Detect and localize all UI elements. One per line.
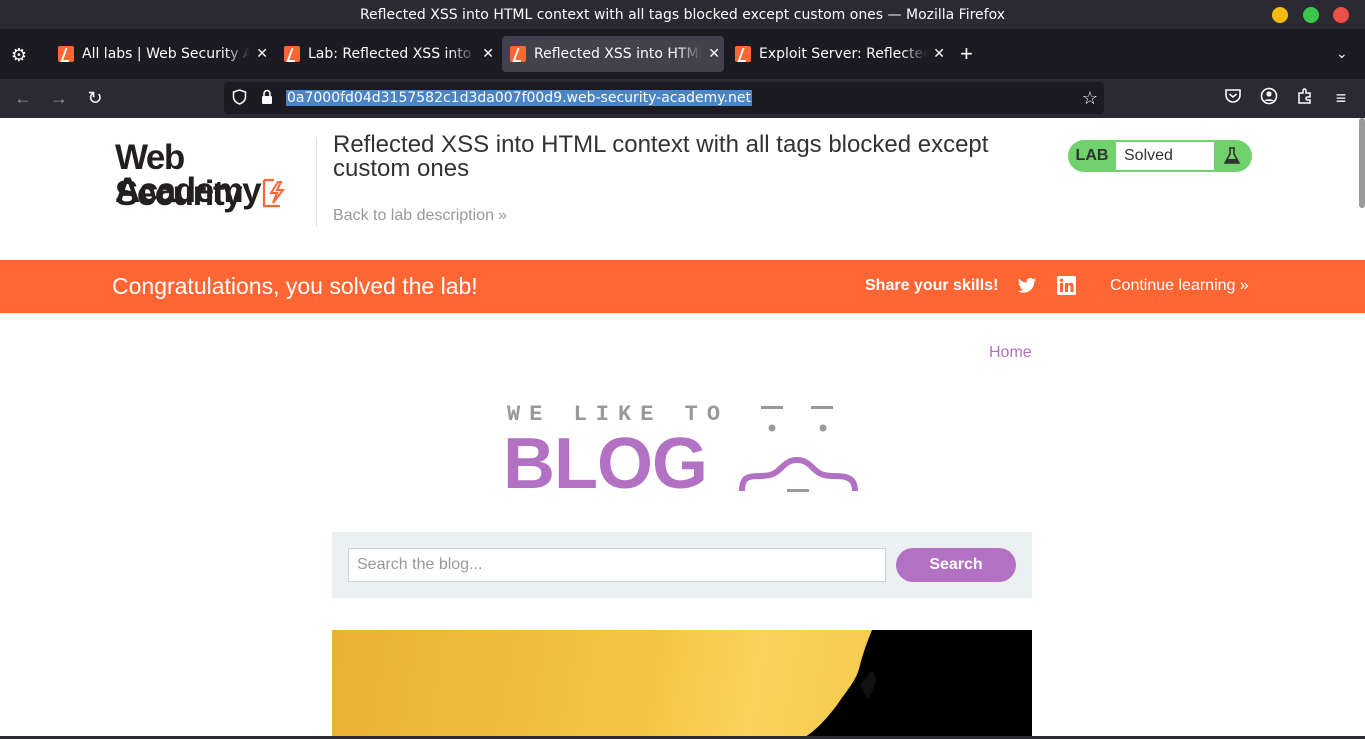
twitter-icon[interactable] — [1017, 276, 1037, 296]
hamburger-menu-icon[interactable]: ≡ — [1330, 87, 1352, 109]
navigation-toolbar: ← → ↻ 0a7000fd04d3157582c1d3da007f00d9.w… — [0, 79, 1365, 118]
close-icon[interactable]: ✕ — [478, 46, 498, 62]
tab-label: All labs | Web Security Academy — [82, 46, 251, 62]
lab-header: Web Security Academy Reflected XSS into … — [0, 118, 1365, 260]
lab-solved-banner: Congratulations, you solved the lab! Sha… — [0, 260, 1365, 313]
blog-post-image[interactable] — [332, 630, 1032, 739]
portswigger-favicon-icon — [58, 46, 74, 62]
window-title: Reflected XSS into HTML context with all… — [359, 6, 1006, 23]
congratulations-message: Congratulations, you solved the lab! — [112, 273, 478, 299]
blog-search-form: Search — [332, 532, 1032, 598]
tab-label: Reflected XSS into HTML context with all… — [534, 46, 702, 62]
window-titlebar: Reflected XSS into HTML context with all… — [0, 0, 1365, 29]
extensions-puzzle-icon[interactable] — [1294, 87, 1316, 109]
logo-line-2: Academy — [115, 171, 262, 210]
minimize-button[interactable] — [1272, 7, 1288, 23]
silhouette-image — [802, 630, 1032, 739]
share-skills-label: Share your skills! — [865, 277, 999, 294]
chevron-down-icon[interactable]: ⌄ — [1336, 45, 1348, 62]
close-window-button[interactable] — [1333, 7, 1349, 23]
account-icon[interactable] — [1258, 87, 1280, 109]
search-input[interactable] — [348, 548, 886, 582]
curly-brace-face-icon — [739, 406, 858, 492]
page-scrollbar[interactable] — [1359, 118, 1365, 208]
lab-status-value: Solved — [1116, 142, 1214, 170]
back-to-lab-description-link[interactable]: Back to lab description» — [333, 207, 507, 225]
flask-icon — [1223, 147, 1241, 164]
forward-arrow-icon[interactable]: → — [48, 87, 70, 109]
shield-icon[interactable] — [232, 89, 247, 109]
reload-icon[interactable]: ↻ — [84, 87, 106, 109]
we-like-to-blog-logo: WE LIKE TO BLOG — [500, 400, 870, 500]
linkedin-icon[interactable] — [1057, 276, 1076, 295]
url-text[interactable]: 0a7000fd04d3157582c1d3da007f00d9.web-sec… — [286, 90, 752, 106]
back-link-label: Back to lab description — [333, 207, 494, 224]
lab-status-widget: LAB Solved — [1068, 140, 1252, 172]
tab-label: Lab: Reflected XSS into HTML context wit… — [308, 46, 476, 62]
search-button[interactable]: Search — [896, 548, 1016, 582]
close-icon[interactable]: ✕ — [252, 46, 272, 62]
tab-label: Exploit Server: Reflected XSS into HTML … — [759, 46, 928, 62]
lock-icon[interactable] — [260, 89, 274, 109]
double-chevron-right-icon: » — [1239, 277, 1249, 294]
continue-learning-link[interactable]: Continue learning » — [1110, 277, 1249, 295]
tab-lab-instance[interactable]: Reflected XSS into HTML context with all… — [502, 36, 724, 72]
bookmark-star-icon[interactable]: ☆ — [1082, 88, 1098, 109]
gear-icon[interactable]: ⚙ — [9, 45, 29, 65]
url-bar[interactable]: 0a7000fd04d3157582c1d3da007f00d9.web-sec… — [224, 82, 1104, 114]
tab-lab-description[interactable]: Lab: Reflected XSS into HTML context wit… — [276, 36, 498, 72]
back-arrow-icon[interactable]: ← — [12, 87, 34, 109]
tab-exploit-server[interactable]: Exploit Server: Reflected XSS into HTML … — [727, 36, 949, 72]
portswigger-favicon-icon — [284, 46, 300, 62]
maximize-button[interactable] — [1303, 7, 1319, 23]
home-link[interactable]: Home — [989, 344, 1032, 362]
close-icon[interactable]: ✕ — [704, 46, 724, 62]
lab-status-label: LAB — [1075, 147, 1109, 164]
web-security-academy-logo[interactable]: Web Security Academy — [115, 140, 315, 212]
close-icon[interactable]: ✕ — [929, 46, 949, 62]
tab-all-labs[interactable]: All labs | Web Security Academy ✕ — [50, 36, 272, 72]
tab-strip: ⚙ All labs | Web Security Academy ✕ Lab:… — [0, 29, 1365, 79]
new-tab-plus-icon[interactable]: + — [960, 43, 973, 65]
pocket-icon[interactable] — [1222, 87, 1244, 109]
bolt-logo-icon — [262, 178, 286, 208]
double-chevron-right-icon: » — [497, 207, 507, 224]
portswigger-favicon-icon — [510, 46, 526, 62]
lab-title: Reflected XSS into HTML context with all… — [333, 131, 989, 182]
portswigger-favicon-icon — [735, 46, 751, 62]
header-divider — [316, 138, 317, 226]
blog-logo-word: BLOG — [503, 424, 708, 504]
continue-learning-label: Continue learning — [1110, 277, 1236, 294]
